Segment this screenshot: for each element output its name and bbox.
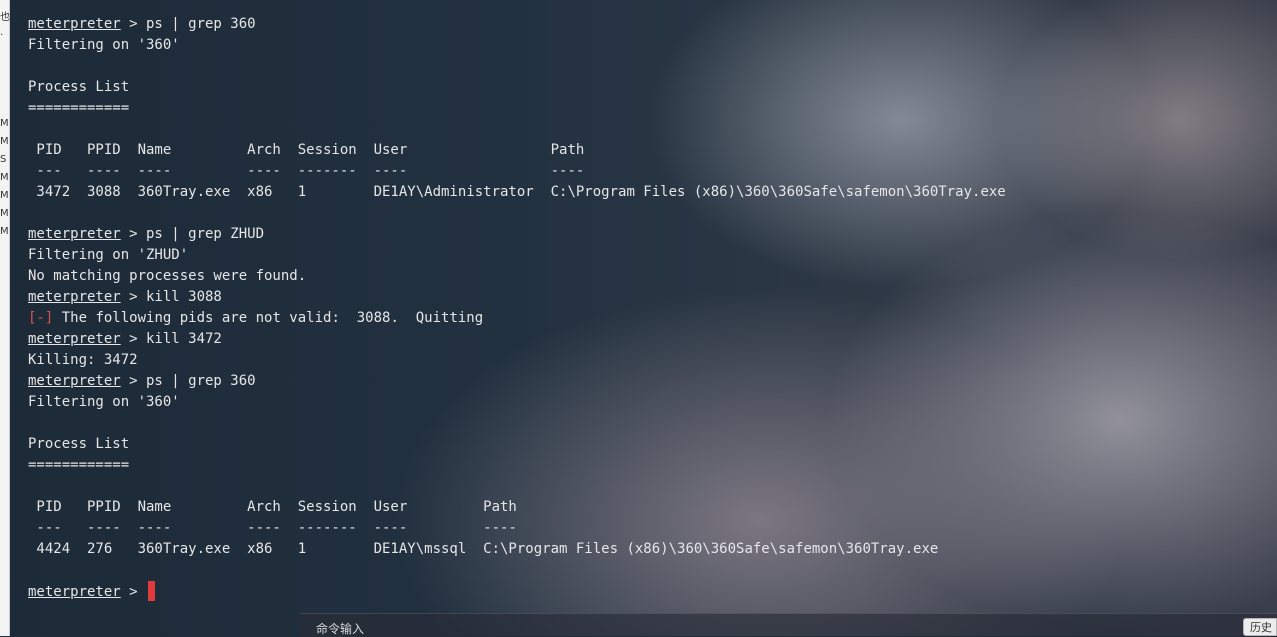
output-line: No matching processes were found. (28, 268, 307, 284)
left-glyph: M (0, 118, 9, 129)
command-input-bar[interactable]: 命令输入 历史 (300, 613, 1277, 637)
command-line: meterpreter > ps | grep 360 (28, 371, 1257, 392)
command-line: meterpreter > kill 3472 (28, 329, 1257, 350)
output-line: Process List (28, 79, 130, 95)
error-tag: [-] (28, 310, 54, 326)
command-text: > kill 3088 (120, 289, 222, 305)
command-text: > ps | grep 360 (120, 16, 256, 32)
command-text: > (120, 584, 147, 600)
error-line: [-] The following pids are not valid: 30… (28, 308, 1257, 329)
output-line: 3472 3088 360Tray.exe x86 1 DE1AY\Admini… (28, 184, 1006, 200)
cursor (148, 581, 156, 601)
output-line: ============ (28, 457, 130, 473)
command-input-label: 命令输入 (316, 622, 365, 636)
left-glyph: S (0, 154, 7, 165)
prompt-label: meterpreter (28, 331, 121, 347)
left-glyph: M (0, 172, 9, 183)
output-line: Filtering on '360' (28, 394, 180, 410)
left-glyph: M (0, 190, 9, 201)
left-glyph: M (0, 226, 9, 237)
prompt-label: meterpreter (28, 373, 121, 389)
terminal-output[interactable]: meterpreter > ps | grep 360 Filtering on … (28, 14, 1257, 602)
command-text: > kill 3472 (120, 331, 222, 347)
output-line: --- ---- ---- ---- ------- ---- ---- (28, 163, 585, 179)
command-line: meterpreter > kill 3088 (28, 287, 1257, 308)
output-line: PID PPID Name Arch Session User Path (28, 142, 585, 158)
left-panel-edge: 也 · M M S M M M M (0, 0, 10, 636)
output-line: Process List (28, 436, 130, 452)
command-text: > ps | grep 360 (120, 373, 256, 389)
left-glyph: M (0, 136, 9, 147)
prompt-label: meterpreter (28, 226, 121, 242)
error-message: The following pids are not valid: 3088. … (53, 310, 484, 326)
output-line: --- ---- ---- ---- ------- ---- ---- (28, 520, 517, 536)
command-line: meterpreter > (28, 581, 1257, 602)
prompt-label: meterpreter (28, 16, 121, 32)
output-line: 4424 276 360Tray.exe x86 1 DE1AY\mssql C… (28, 541, 939, 557)
left-glyph: · (0, 30, 4, 41)
left-glyph: M (0, 208, 9, 219)
history-button[interactable]: 历史 (1243, 618, 1277, 636)
command-text: > ps | grep ZHUD (120, 226, 265, 242)
output-line: Filtering on '360' (28, 37, 180, 53)
prompt-label: meterpreter (28, 584, 121, 600)
output-line: PID PPID Name Arch Session User Path (28, 499, 517, 515)
command-line: meterpreter > ps | grep 360 (28, 14, 1257, 35)
output-line: ============ (28, 100, 130, 116)
left-glyph: 也 (0, 12, 10, 23)
output-line: Filtering on 'ZHUD' (28, 247, 189, 263)
command-line: meterpreter > ps | grep ZHUD (28, 224, 1257, 245)
output-line: Killing: 3472 (28, 352, 138, 368)
prompt-label: meterpreter (28, 289, 121, 305)
